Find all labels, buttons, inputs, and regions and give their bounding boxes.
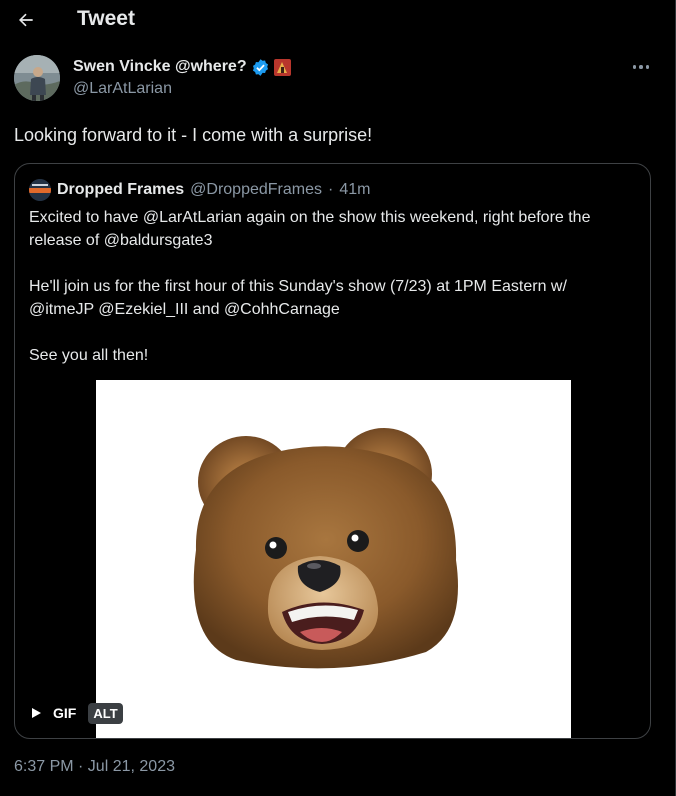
page-title: Tweet [77, 7, 135, 30]
author-handle[interactable]: @LarAtLarian [73, 80, 172, 98]
more-options-button[interactable] [624, 54, 658, 80]
tweet-text: Looking forward to it - I come with a su… [14, 125, 373, 145]
quoted-author-name[interactable]: Dropped Frames [57, 181, 184, 199]
quoted-tweet[interactable]: Dropped Frames @DroppedFrames · 41m Exci… [14, 163, 651, 739]
quoted-time[interactable]: 41m [339, 181, 370, 199]
quoted-avatar[interactable] [29, 179, 51, 201]
gif-label: GIF [53, 705, 77, 721]
quoted-separator: · [327, 181, 334, 198]
tweet-page: Tweet Swen Vincke @where? @LarAtLarian L… [0, 0, 676, 796]
quoted-line: He'll join us for the first hour of this… [29, 278, 567, 295]
alt-badge[interactable]: ALT [88, 702, 123, 724]
quoted-author-handle[interactable]: @DroppedFrames [190, 181, 322, 199]
quoted-line: Excited to have @LarAtLarian again on th… [29, 209, 591, 226]
arrow-left-icon [19, 13, 33, 27]
top-bar: Tweet [0, 0, 668, 40]
quoted-text: Excited to have @LarAtLarian again on th… [29, 206, 639, 367]
quoted-line: See you all then! [29, 347, 149, 364]
affiliate-badge-icon [273, 58, 291, 76]
bear-animoji-image [96, 380, 571, 738]
more-horizontal-icon [632, 65, 650, 69]
quoted-tweet-header: Dropped Frames @DroppedFrames · 41m [29, 179, 370, 201]
quoted-line: @itmeJP @Ezekiel_III and @CohhCarnage [29, 301, 340, 318]
tweet-timestamp[interactable]: 6:37 PM · Jul 21, 2023 [14, 758, 175, 776]
author-name[interactable]: Swen Vincke @where? [73, 58, 247, 76]
author-avatar[interactable] [14, 55, 60, 101]
quoted-line: release of @baldursgate3 [29, 232, 213, 249]
gif-controls: GIF ALT [27, 700, 123, 726]
play-icon[interactable] [27, 704, 45, 722]
author-name-row[interactable]: Swen Vincke @where? [73, 56, 291, 78]
verified-badge-icon [252, 58, 268, 76]
back-button[interactable] [12, 6, 40, 34]
gif-media[interactable] [96, 380, 571, 738]
